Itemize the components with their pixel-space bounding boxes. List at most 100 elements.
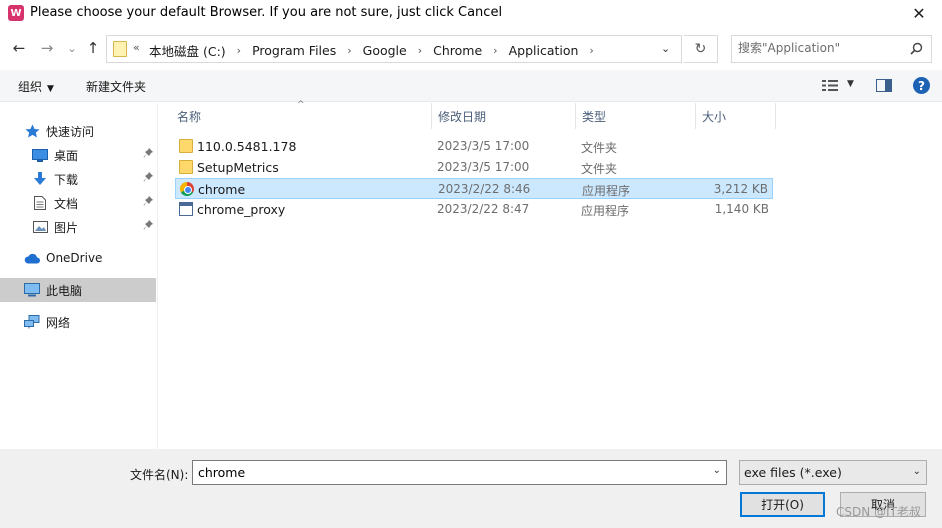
open-button[interactable]: 打开(O) xyxy=(740,492,825,517)
breadcrumb-item[interactable]: Program Files xyxy=(250,43,338,58)
file-type: 应用程序 xyxy=(581,204,630,218)
refresh-icon: ↻ xyxy=(694,41,707,57)
search-input[interactable] xyxy=(738,41,908,55)
file-name: chrome_proxy xyxy=(197,202,286,217)
breadcrumb-overflow-icon[interactable]: « xyxy=(133,41,140,54)
filetype-select[interactable]: exe files (*.exe) ⌄ xyxy=(739,460,927,485)
sidebar-item-label: 快速访问 xyxy=(46,124,95,139)
pin-icon[interactable] xyxy=(143,220,153,233)
breadcrumb-item[interactable]: 本地磁盘 (C:) xyxy=(147,41,228,60)
file-list: 名称 ^ 修改日期 类型 大小 110.0.5481.178 2023/3/5 … xyxy=(161,100,942,449)
preview-pane-icon[interactable] xyxy=(876,79,892,92)
column-header-name[interactable]: 名称 ^ xyxy=(161,100,432,129)
column-header-type[interactable]: 类型 xyxy=(576,103,696,129)
sidebar-item-pictures[interactable]: 图片 xyxy=(0,215,156,239)
file-row[interactable]: 110.0.5481.178 2023/3/5 17:00 文件夹 xyxy=(175,136,773,157)
watermark: CSDN @IT老叔 xyxy=(836,505,921,519)
file-date: 2023/2/22 8:47 xyxy=(437,202,530,216)
cloud-icon xyxy=(24,251,40,265)
search-box[interactable] xyxy=(731,35,932,63)
search-icon[interactable] xyxy=(910,42,923,59)
download-icon xyxy=(32,172,48,186)
sidebar-item-label: OneDrive xyxy=(46,251,103,265)
sidebar-item-this-pc[interactable]: 此电脑 xyxy=(0,278,156,302)
desktop-icon xyxy=(32,148,48,162)
file-row[interactable]: SetupMetrics 2023/3/5 17:00 文件夹 xyxy=(175,157,773,178)
chevron-down-icon[interactable]: ⌄ xyxy=(713,465,721,476)
sidebar-item-quick-access[interactable]: 快速访问 xyxy=(0,119,156,143)
app-icon: W xyxy=(8,5,24,21)
file-size: 3,212 KB xyxy=(713,182,768,196)
computer-icon xyxy=(24,283,40,297)
folder-icon xyxy=(113,41,127,57)
navigation-pane: 快速访问 桌面 下载 文档 图片 OneDrive 此电脑 网络 xyxy=(0,103,158,449)
file-row[interactable]: chrome_proxy 2023/2/22 8:47 应用程序 1,140 K… xyxy=(175,199,773,220)
column-header-size[interactable]: 大小 xyxy=(696,103,776,129)
file-date: 2023/2/22 8:46 xyxy=(438,182,531,196)
pin-icon[interactable] xyxy=(143,148,153,161)
view-options-icon[interactable] xyxy=(822,79,838,92)
network-icon xyxy=(24,315,40,329)
breadcrumb-separator-icon[interactable]: › xyxy=(493,44,497,57)
folder-icon xyxy=(179,139,193,153)
breadcrumb-item[interactable]: Chrome xyxy=(431,43,484,58)
sidebar-item-label: 网络 xyxy=(46,315,71,330)
pin-icon[interactable] xyxy=(143,196,153,209)
chevron-down-icon: ⌄ xyxy=(912,466,921,477)
file-type: 文件夹 xyxy=(581,141,618,155)
breadcrumb-separator-icon[interactable]: › xyxy=(418,44,422,57)
column-header-date[interactable]: 修改日期 xyxy=(432,103,576,129)
up-arrow-icon: ↑ xyxy=(86,39,100,57)
file-type: 应用程序 xyxy=(582,184,631,198)
picture-icon xyxy=(32,220,48,234)
sidebar-item-documents[interactable]: 文档 xyxy=(0,191,156,215)
filetype-value: exe files (*.exe) xyxy=(744,465,842,480)
document-icon xyxy=(32,196,48,210)
address-bar[interactable]: « 本地磁盘 (C:) › Program Files › Google › C… xyxy=(106,35,682,63)
recent-locations-button[interactable]: ⌄ xyxy=(62,38,82,58)
file-row-selected[interactable]: chrome 2023/2/22 8:46 应用程序 3,212 KB xyxy=(175,178,773,199)
sidebar-item-desktop[interactable]: 桌面 xyxy=(0,143,156,167)
file-date: 2023/3/5 17:00 xyxy=(437,160,530,174)
help-icon[interactable]: ? xyxy=(913,77,930,94)
sidebar-item-onedrive[interactable]: OneDrive xyxy=(0,246,156,270)
title-bar: W Please choose your default Browser. If… xyxy=(0,0,942,26)
organize-label: 组织 xyxy=(18,80,43,94)
window-title: Please choose your default Browser. If y… xyxy=(30,5,503,20)
file-type: 文件夹 xyxy=(581,162,618,176)
star-icon xyxy=(24,124,40,138)
forward-button[interactable]: → xyxy=(37,38,57,58)
sidebar-item-label: 此电脑 xyxy=(46,283,83,298)
breadcrumb-item[interactable]: Google xyxy=(361,43,409,58)
breadcrumb-item[interactable]: Application xyxy=(507,43,581,58)
folder-icon xyxy=(179,160,193,174)
refresh-button[interactable]: ↻ xyxy=(684,35,718,63)
address-dropdown-icon[interactable]: ⌄ xyxy=(661,42,670,55)
close-button[interactable]: ✕ xyxy=(896,0,942,26)
view-dropdown-icon[interactable]: ▼ xyxy=(847,79,854,89)
address-row: ← → ⌄ ↑ « 本地磁盘 (C:) › Program Files › Go… xyxy=(0,32,942,64)
breadcrumb-separator-icon[interactable]: › xyxy=(347,44,351,57)
forward-arrow-icon: → xyxy=(40,39,54,57)
up-button[interactable]: ↑ xyxy=(83,38,103,58)
chevron-down-icon: ⌄ xyxy=(67,41,77,55)
back-button[interactable]: ← xyxy=(9,38,29,58)
chrome-icon xyxy=(180,182,194,196)
new-folder-button[interactable]: 新建文件夹 xyxy=(86,78,146,95)
file-date: 2023/3/5 17:00 xyxy=(437,139,530,153)
sidebar-item-label: 桌面 xyxy=(54,148,79,163)
sidebar-item-downloads[interactable]: 下载 xyxy=(0,167,156,191)
organize-button[interactable]: 组织 ▼ xyxy=(18,78,54,95)
sort-ascending-icon: ^ xyxy=(297,100,305,110)
sidebar-item-label: 文档 xyxy=(54,196,79,211)
filename-input[interactable] xyxy=(198,465,698,480)
filename-combobox[interactable]: ⌄ xyxy=(192,460,727,485)
dialog-footer: 文件名(N): ⌄ exe files (*.exe) ⌄ 打开(O) 取消 xyxy=(0,449,942,528)
pin-icon[interactable] xyxy=(143,172,153,185)
file-name: 110.0.5481.178 xyxy=(197,139,297,154)
sidebar-item-network[interactable]: 网络 xyxy=(0,310,156,334)
caret-down-icon: ▼ xyxy=(47,84,54,94)
breadcrumb-separator-icon[interactable]: › xyxy=(237,44,241,57)
exe-icon xyxy=(179,202,193,216)
breadcrumb-separator-icon[interactable]: › xyxy=(589,44,593,57)
